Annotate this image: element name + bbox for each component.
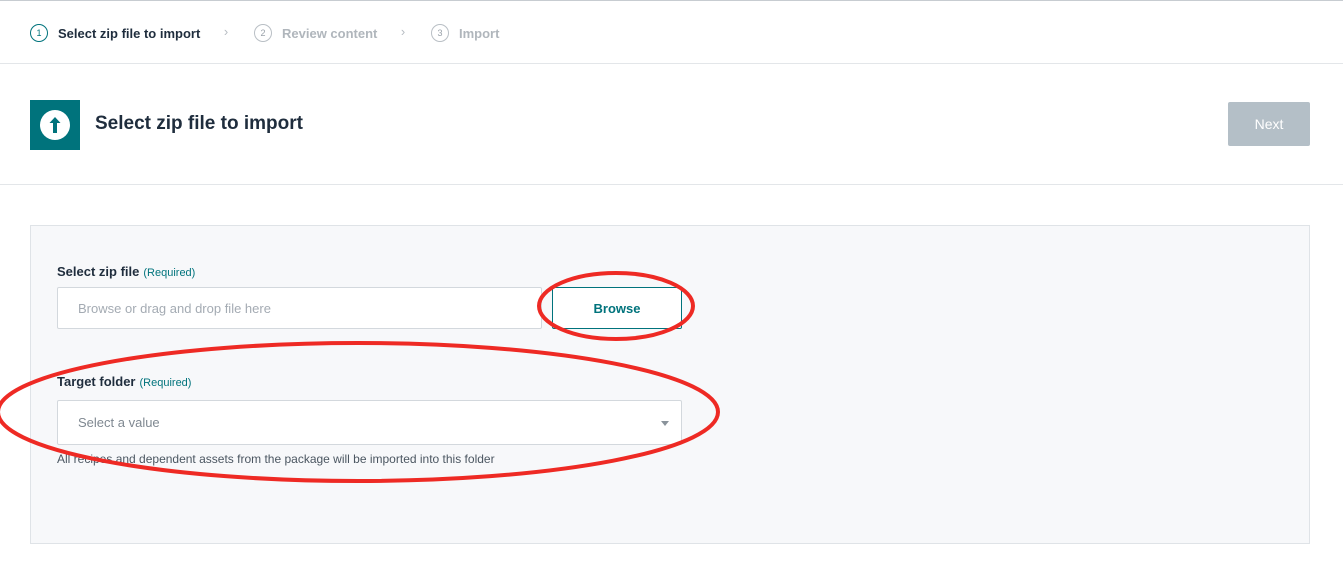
step-label: Review content [282,25,378,41]
required-tag: (Required) [139,377,192,389]
chevron-right-icon: › [400,24,406,39]
required-tag: (Required) [143,267,196,279]
chevron-right-icon: › [223,24,229,39]
chevron-down-icon [661,421,669,426]
target-folder-label: Target folder (Required) [57,374,191,389]
target-folder-help-text: All recipes and dependent assets from th… [57,452,495,466]
step-review-content[interactable]: 2 Review content [254,23,377,43]
upload-arrow-icon [30,100,80,150]
target-folder-select[interactable]: Select a value [57,400,682,445]
zip-file-input[interactable] [57,287,542,329]
import-page: 1 Select zip file to import › 2 Review c… [0,0,1343,582]
step-import[interactable]: 3 Import [431,23,499,43]
step-label: Import [459,25,500,41]
select-placeholder: Select a value [78,415,160,430]
target-folder-label-text: Target folder [57,374,136,389]
next-button[interactable]: Next [1228,102,1310,146]
step-number: 2 [254,24,272,42]
zip-file-label: Select zip file (Required) [57,264,195,279]
step-number: 3 [431,24,449,42]
step-select-zip[interactable]: 1 Select zip file to import [30,23,200,43]
page-title: Select zip file to import [95,113,303,134]
page-header: Select zip file to import Next [0,64,1343,185]
step-number: 1 [30,24,48,42]
browse-button[interactable]: Browse [552,287,682,329]
import-form: Select zip file(Required) Browse Target … [30,225,1310,544]
stepper: 1 Select zip file to import › 2 Review c… [0,0,1343,64]
zip-file-label-text: Select zip file [57,264,140,279]
step-label: Select zip file to import [58,25,201,41]
